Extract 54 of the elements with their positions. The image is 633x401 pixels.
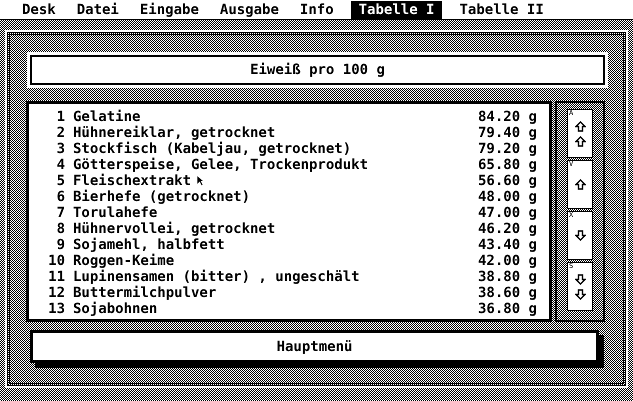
protein-value: 46.20 g bbox=[478, 221, 537, 237]
rank-number: 2 bbox=[56, 125, 65, 141]
protein-value: 79.20 g bbox=[478, 141, 537, 157]
food-name: Sojabohnen bbox=[73, 301, 158, 317]
protein-value: 42.00 g bbox=[478, 253, 537, 269]
rank-number: 13 bbox=[47, 301, 65, 317]
rank-number: 12 bbox=[47, 285, 65, 301]
food-name: Gelatine bbox=[73, 109, 140, 125]
down-arrow-icon bbox=[574, 274, 586, 284]
rank-number: 6 bbox=[56, 189, 65, 205]
menu-item[interactable]: Datei bbox=[72, 0, 123, 18]
rank-number: 11 bbox=[47, 269, 65, 285]
protein-value: 48.00 g bbox=[478, 189, 537, 205]
protein-value: 43.40 g bbox=[478, 237, 537, 253]
food-name: Torulahefe bbox=[73, 205, 158, 221]
protein-value: 36.80 g bbox=[478, 301, 537, 317]
rank-number: 7 bbox=[56, 205, 65, 221]
protein-value: 65.80 g bbox=[478, 157, 537, 173]
food-name: Stockfisch (Kabeljau, getrocknet) bbox=[73, 141, 352, 157]
rank-number: 4 bbox=[56, 157, 65, 173]
protein-value: 47.00 g bbox=[478, 205, 537, 221]
protein-value: 38.80 g bbox=[478, 269, 537, 285]
menu-item[interactable]: Desk bbox=[18, 0, 60, 18]
protein-value: 38.60 g bbox=[478, 285, 537, 301]
food-name: Hühnereiklar, getrocknet bbox=[73, 125, 276, 141]
food-name: Sojamehl, halbfett bbox=[73, 237, 225, 253]
rank-number: 9 bbox=[56, 237, 65, 253]
food-name: Roggen-Keime bbox=[73, 253, 174, 269]
down-arrow-icon bbox=[574, 230, 586, 241]
food-name: Bierhefe (getrocknet) bbox=[73, 189, 250, 205]
food-name: Lupinensamen (bitter) , ungeschält bbox=[73, 269, 360, 285]
food-name: Fleischextrakt bbox=[73, 173, 192, 189]
rank-number: 1 bbox=[56, 109, 65, 125]
food-name: Götterspeise, Gelee, Trockenprodukt bbox=[73, 157, 368, 173]
menu-item[interactable]: Ausgabe bbox=[216, 0, 283, 18]
up-arrow-icon bbox=[574, 136, 586, 146]
menu-item[interactable]: Eingabe bbox=[136, 0, 203, 18]
up-arrow-icon bbox=[574, 179, 586, 190]
dialog-title: Eiweiß pro 100 g bbox=[30, 55, 605, 85]
food-name: Hühnervollei, getrocknet bbox=[73, 221, 276, 237]
menu-item[interactable]: Tabelle II bbox=[455, 0, 548, 18]
rank-number: 8 bbox=[56, 221, 65, 237]
pointer-icon bbox=[196, 174, 205, 187]
menu-item[interactable]: Info bbox=[296, 0, 338, 18]
up-arrow-icon bbox=[574, 120, 586, 132]
menu-item[interactable]: Tabelle I bbox=[350, 0, 442, 18]
protein-value: 84.20 g bbox=[478, 109, 537, 125]
rank-number: 3 bbox=[56, 141, 65, 157]
protein-value: 79.40 g bbox=[478, 125, 537, 141]
rank-number: 10 bbox=[47, 253, 65, 269]
food-name: Buttermilchpulver bbox=[73, 285, 216, 301]
down-arrow-icon bbox=[574, 288, 586, 300]
rank-number: 5 bbox=[56, 173, 65, 189]
protein-value: 56.60 g bbox=[478, 173, 537, 189]
